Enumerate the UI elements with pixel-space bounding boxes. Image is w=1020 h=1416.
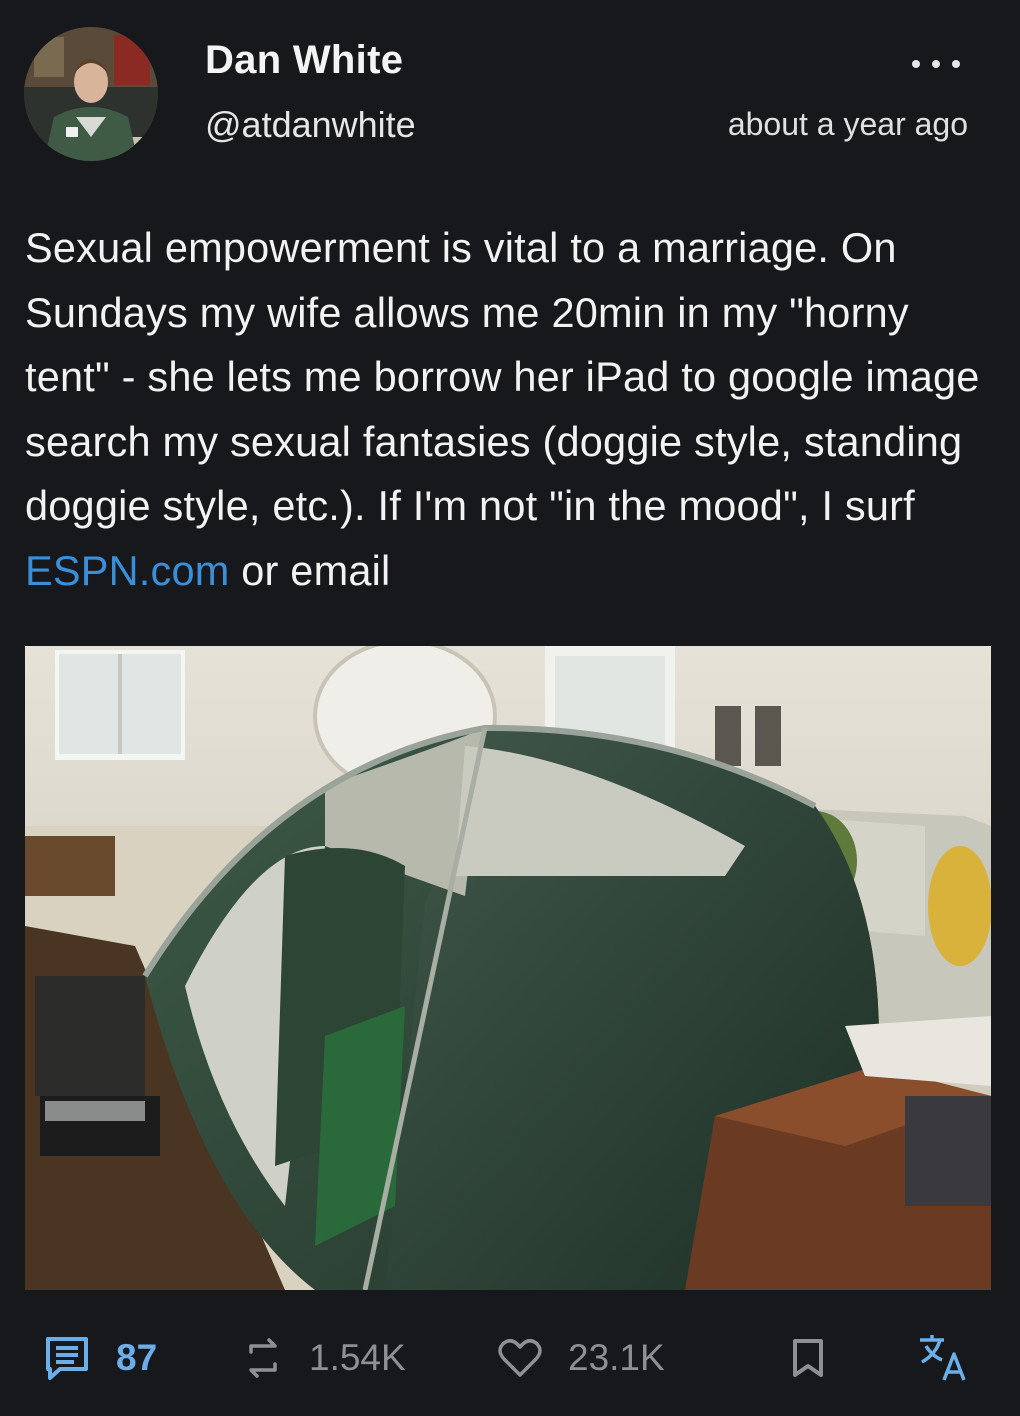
author-handle[interactable]: @atdanwhite [205, 104, 416, 146]
post-timestamp: about a year ago [727, 106, 968, 142]
post-text-tail: or email [229, 546, 391, 594]
heart-icon [498, 1339, 542, 1377]
like-count: 23.1K [568, 1337, 665, 1378]
repost-icon [249, 1338, 277, 1378]
author-name[interactable]: Dan White [205, 38, 403, 83]
reply-button[interactable]: 87 [44, 1320, 157, 1396]
bookmark-icon [793, 1339, 823, 1377]
action-bar: 87 1.54K 23.1K [0, 1320, 1020, 1396]
translate-icon [920, 1335, 966, 1381]
post-link[interactable]: ESPN.com [25, 547, 230, 594]
more-dots-icon [912, 60, 960, 68]
more-options-button[interactable] [904, 40, 968, 80]
avatar[interactable] [24, 27, 158, 161]
post-image[interactable] [25, 646, 991, 1290]
translate-button[interactable] [918, 1320, 968, 1396]
repost-count: 1.54K [309, 1337, 406, 1378]
post-text: Sexual empowerment is vital to a marriag… [25, 216, 1000, 603]
comment-icon [46, 1337, 88, 1380]
like-button[interactable]: 23.1K [498, 1320, 665, 1396]
photo-of-tent-in-living-room-icon [25, 646, 991, 1290]
profile-photo-icon [24, 27, 158, 161]
post-text-body: Sexual empowerment is vital to a marriag… [25, 224, 980, 529]
repost-button[interactable]: 1.54K [243, 1320, 406, 1396]
bookmark-button[interactable] [792, 1320, 824, 1396]
reply-count: 87 [116, 1337, 158, 1378]
